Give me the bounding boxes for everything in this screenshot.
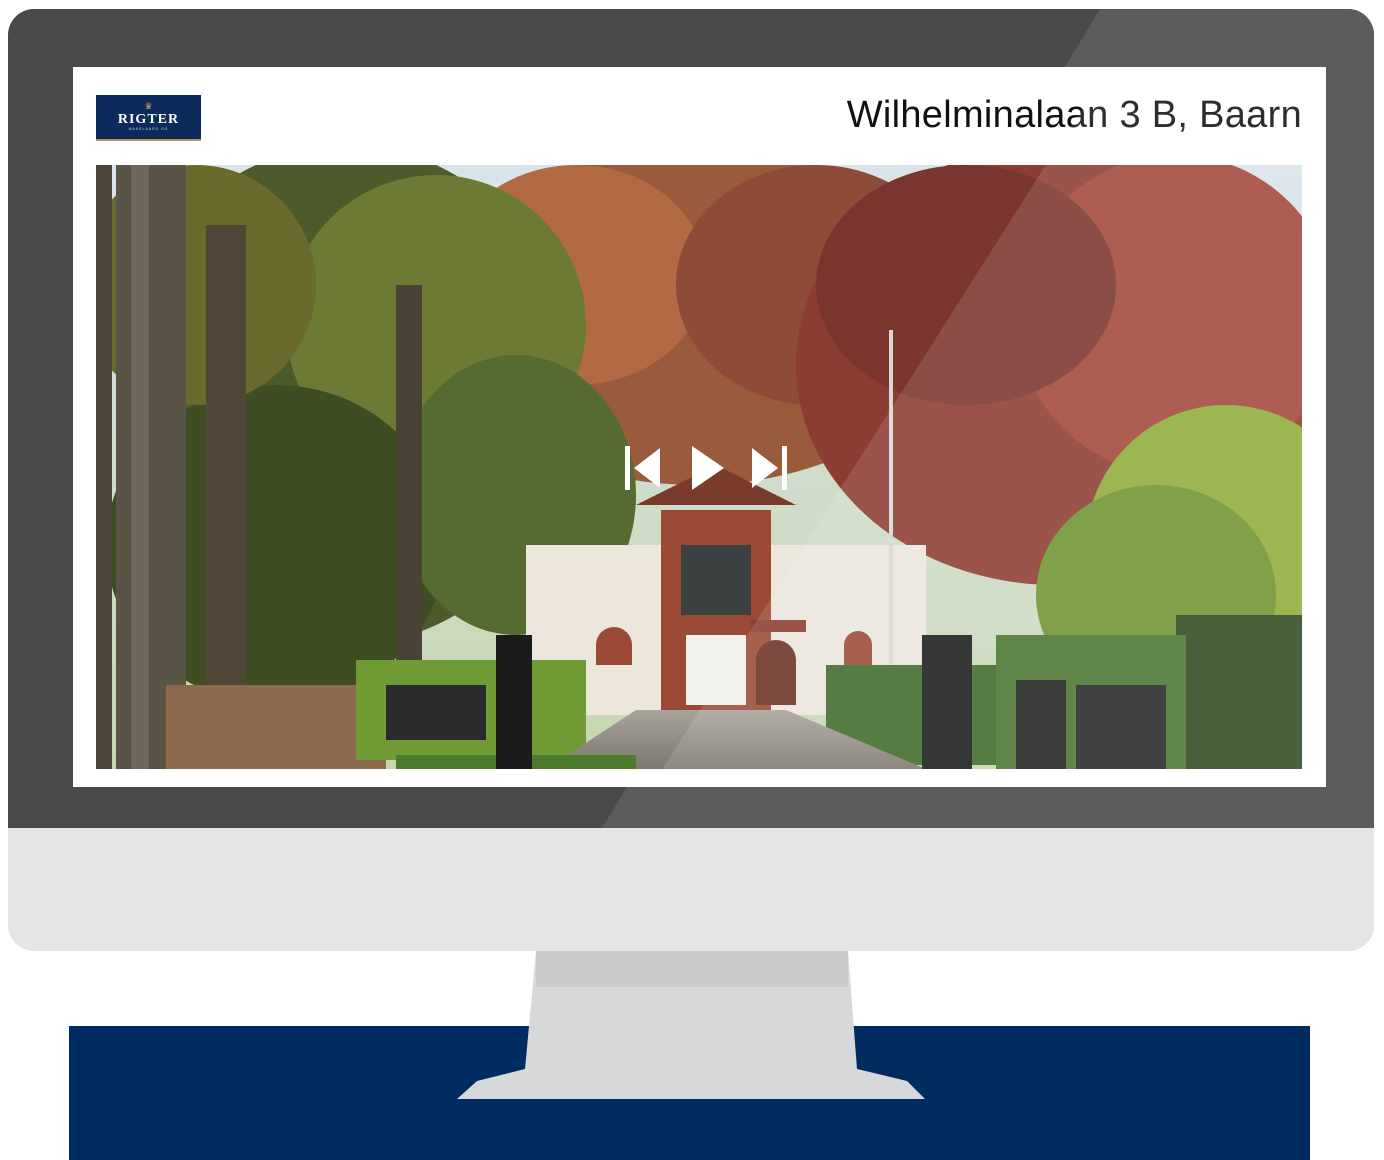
logo-tagline: MAKELAARS OG: [128, 127, 169, 131]
crown-icon: ♛: [144, 101, 153, 111]
play-icon[interactable]: [690, 444, 726, 492]
rigter-logo[interactable]: ♛ RIGTER MAKELAARS OG: [96, 95, 201, 141]
media-controls: [622, 444, 792, 492]
skip-previous-icon[interactable]: [622, 444, 662, 492]
listing-address-title: Wilhelminalaan 3 B, Baarn: [846, 94, 1302, 136]
skip-next-icon[interactable]: [750, 444, 790, 492]
monitor-frame: ♛ RIGTER MAKELAARS OG Wilhelminalaan 3 B…: [8, 9, 1374, 951]
monitor-stand-shadow: [536, 951, 848, 987]
monitor-chin: [8, 828, 1374, 951]
logo-name: RIGTER: [117, 112, 180, 127]
monitor-screen: ♛ RIGTER MAKELAARS OG Wilhelminalaan 3 B…: [73, 67, 1326, 787]
